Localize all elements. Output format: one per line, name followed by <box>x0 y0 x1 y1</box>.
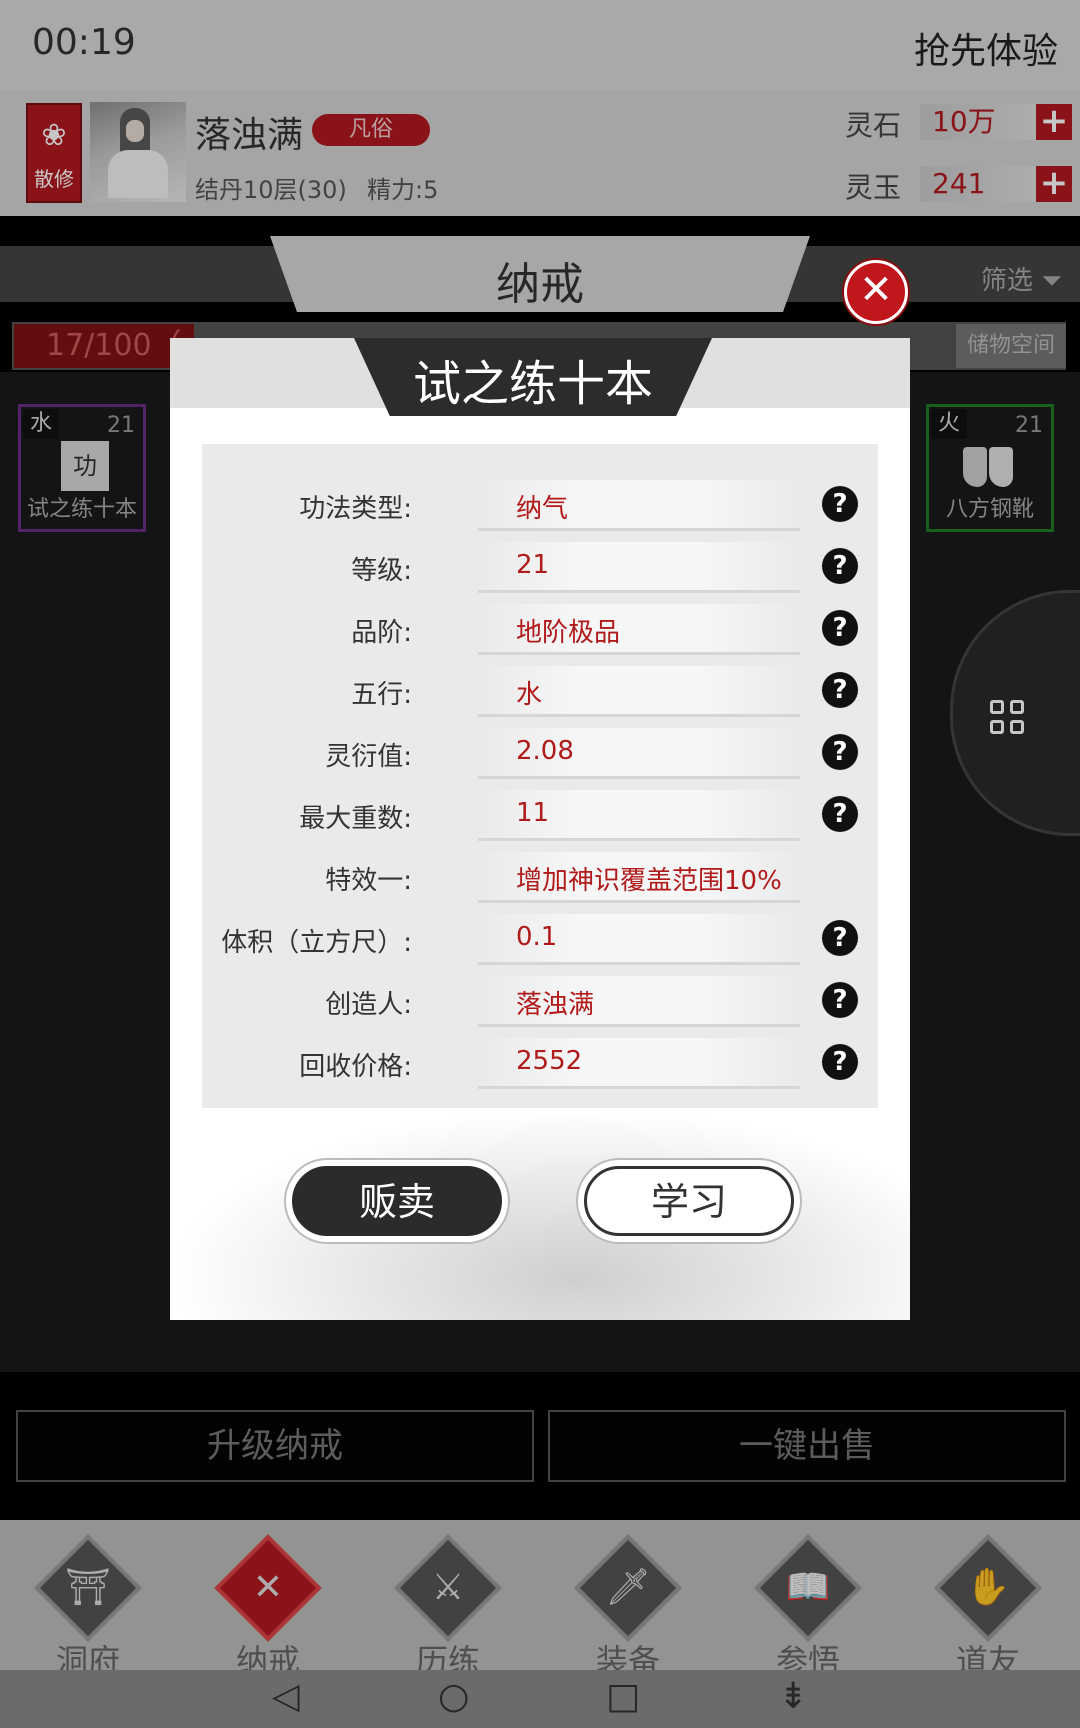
attribute-label: 五行: <box>351 680 412 710</box>
help-icon[interactable]: ? <box>822 548 858 584</box>
attribute-row: 特效一: 增加神识覆盖范围10% <box>202 848 878 910</box>
attribute-label: 体积（立方尺）: <box>221 928 412 958</box>
attribute-value: 增加神识覆盖范围10% <box>516 866 782 896</box>
attribute-row: 最大重数: 11 ? <box>202 786 878 848</box>
help-icon[interactable]: ? <box>822 734 858 770</box>
attribute-row: 等级: 21 ? <box>202 538 878 600</box>
attribute-label: 品阶: <box>351 618 412 648</box>
help-icon[interactable]: ? <box>822 796 858 832</box>
attribute-label: 灵衍值: <box>325 742 412 772</box>
attribute-value: 21 <box>516 550 550 580</box>
attribute-value: 地阶极品 <box>516 618 621 648</box>
attribute-label: 特效一: <box>325 866 412 896</box>
help-icon[interactable]: ? <box>822 982 858 1018</box>
attribute-row: 创造人: 落浊满 ? <box>202 972 878 1034</box>
attribute-value: 落浊满 <box>516 990 595 1020</box>
attribute-row: 体积（立方尺）: 0.1 ? <box>202 910 878 972</box>
ink-mountain-decoration <box>170 1108 910 1320</box>
attribute-label: 最大重数: <box>299 804 412 834</box>
help-icon[interactable]: ? <box>822 672 858 708</box>
attribute-value: 2.08 <box>516 736 574 766</box>
attribute-value: 2552 <box>516 1046 583 1076</box>
attribute-row: 回收价格: 2552 ? <box>202 1034 878 1096</box>
learn-button[interactable]: 学习 <box>584 1166 794 1236</box>
help-icon[interactable]: ? <box>822 1044 858 1080</box>
attribute-row: 功法类型: 纳气 ? <box>202 476 878 538</box>
attribute-row: 五行: 水 ? <box>202 662 878 724</box>
attribute-value: 0.1 <box>516 922 558 952</box>
attribute-label: 回收价格: <box>299 1052 412 1082</box>
attribute-row: 灵衍值: 2.08 ? <box>202 724 878 786</box>
attribute-panel: 功法类型: 纳气 ? 等级: 21 ? 品阶: 地阶极品 ? 五行: 水 ? 灵… <box>202 444 878 1108</box>
attribute-label: 功法类型: <box>299 494 412 524</box>
dialog-title: 试之练十本 <box>412 356 653 412</box>
attribute-row: 品阶: 地阶极品 ? <box>202 600 878 662</box>
attribute-label: 等级: <box>351 556 412 586</box>
sell-button[interactable]: 贩卖 <box>292 1166 502 1236</box>
close-icon[interactable]: ✕ <box>844 260 908 324</box>
help-icon[interactable]: ? <box>822 920 858 956</box>
attribute-value: 纳气 <box>516 494 569 524</box>
attribute-label: 创造人: <box>325 990 412 1020</box>
attribute-value: 水 <box>516 680 543 710</box>
attribute-value: 11 <box>516 798 550 828</box>
help-icon[interactable]: ? <box>822 610 858 646</box>
help-icon[interactable]: ? <box>822 486 858 522</box>
